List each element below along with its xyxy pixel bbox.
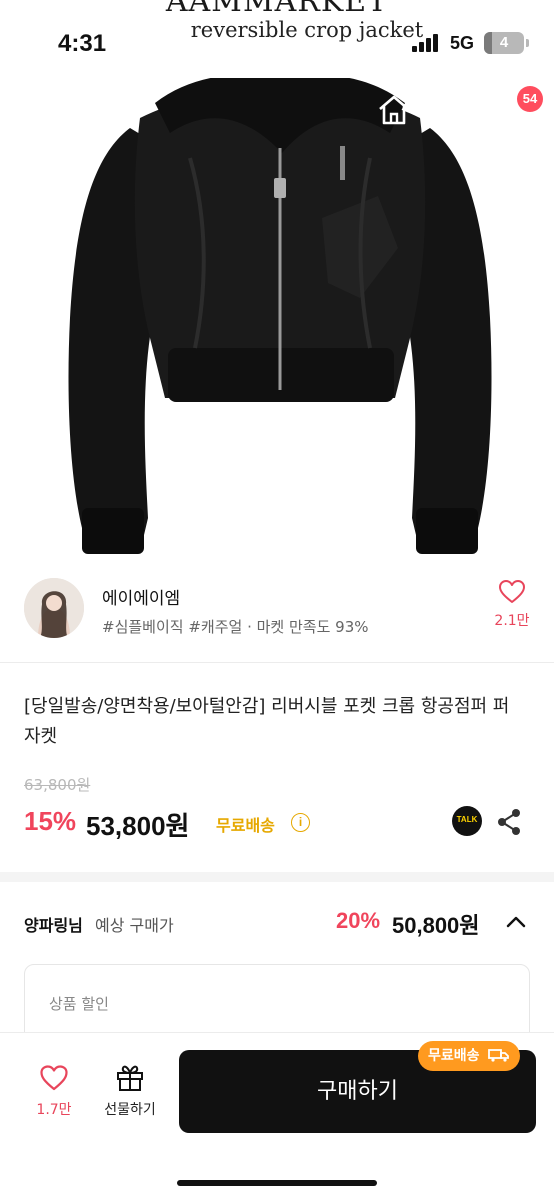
battery-icon: 4 <box>484 32 524 54</box>
chevron-up-icon <box>506 916 526 928</box>
status-time: 4:31 <box>58 30 107 57</box>
bottom-action-bar: 1.7만 선물하기 구매하기 무료배송 <box>0 1032 554 1200</box>
avatar-image <box>24 578 84 638</box>
seller-section[interactable]: 에이에이엠 #심플베이직 #캐주얼 · 마켓 만족도 93% 2.1만 <box>0 560 554 664</box>
signal-icon <box>412 34 442 52</box>
section-separator <box>0 872 554 882</box>
battery-level-text: 4 <box>499 34 509 51</box>
heart-icon <box>40 1065 68 1091</box>
chat-bubble-icon: TALK <box>456 815 478 824</box>
home-button[interactable] <box>372 88 416 132</box>
product-title: [당일발송/양면착용/보아털안감] 리버시블 포켓 크롭 항공점퍼 퍼자켓 <box>24 696 510 747</box>
gift-label: 선물하기 <box>104 1102 156 1118</box>
heart-icon <box>499 580 525 603</box>
sale-price: 53,800원 <box>86 811 190 841</box>
home-icon <box>379 95 409 125</box>
network-type: 5G <box>450 33 475 53</box>
talk-button[interactable]: TALK <box>452 806 482 836</box>
chevron-left-icon <box>26 94 44 126</box>
share-button[interactable] <box>496 808 522 836</box>
member-price-row[interactable]: 양파링님 예상 구매가 20% 50,800원 <box>0 890 554 954</box>
seller-like-count: 2.1만 <box>494 613 530 629</box>
gift-icon <box>117 1065 143 1091</box>
info-icon[interactable]: i <box>291 813 310 832</box>
member-name: 양파링님 <box>24 916 83 935</box>
free-shipping-pill: 무료배송 <box>418 1041 521 1071</box>
gift-button[interactable]: 선물하기 <box>96 1063 164 1119</box>
cart-count-badge: 54 <box>517 86 543 112</box>
back-button[interactable] <box>14 88 58 132</box>
original-price: 63,800원 <box>24 776 91 794</box>
product-discount-label: 상품 할인 <box>49 995 109 1013</box>
seller-tags: #심플베이직 #캐주얼 · 마켓 만족도 93% <box>102 618 369 636</box>
member-discount-rate: 20% <box>336 908 381 933</box>
seller-like-button[interactable]: 2.1만 <box>490 580 534 630</box>
seller-name[interactable]: 에이에이엠 <box>102 584 180 609</box>
member-price-label: 예상 구매가 <box>95 916 174 935</box>
like-count: 1.7만 <box>36 1102 72 1118</box>
collapse-toggle[interactable] <box>502 908 530 936</box>
free-shipping-label: 무료배송 <box>216 816 275 835</box>
discount-rate: 15% <box>24 806 77 836</box>
home-indicator <box>177 1180 377 1186</box>
free-shipping-pill-label: 무료배송 <box>428 1048 480 1064</box>
divider <box>0 662 554 663</box>
jacket-image <box>68 78 492 554</box>
member-expected-price: 50,800원 <box>392 913 480 938</box>
search-icon <box>437 95 467 125</box>
share-icon <box>498 809 520 835</box>
battery-cap <box>526 39 529 47</box>
seller-avatar[interactable] <box>24 578 84 638</box>
truck-icon <box>488 1049 510 1062</box>
search-button[interactable] <box>430 88 474 132</box>
status-bar: 4:31 5G 4 <box>0 0 554 90</box>
like-button[interactable]: 1.7만 <box>30 1065 78 1119</box>
